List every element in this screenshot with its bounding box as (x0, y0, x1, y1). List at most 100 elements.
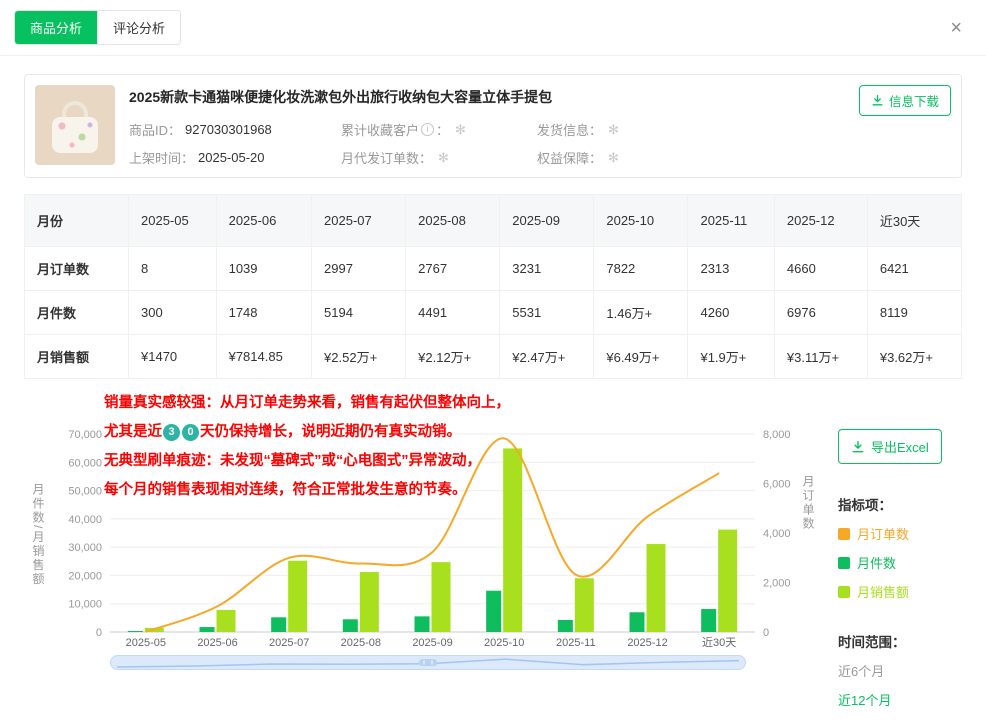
legend-label-orders: 月订单数 (857, 524, 909, 543)
field-product-id: 商品ID： 927030301968 (129, 120, 341, 139)
table-cell: 5531 (500, 291, 594, 335)
svg-text:2025-12: 2025-12 (627, 637, 667, 649)
table-row-label: 月件数 (25, 291, 129, 335)
svg-text:2025-11: 2025-11 (556, 637, 596, 649)
legend-item-sales[interactable]: 月销售额 (838, 582, 954, 601)
shelf-time-label: 上架时间： (129, 148, 194, 167)
table-cell: 4491 (406, 291, 500, 335)
product-fields: 商品ID： 927030301968 累计收藏客户 ： 发货信息： 上架时间： … (129, 120, 951, 167)
table-row-label: 月订单数 (25, 247, 129, 291)
annotation-line-3: 无典型刷单痕迹：未发现“墓碑式”或“心电图式”异常波动， (104, 447, 510, 476)
svg-text:10,000: 10,000 (68, 599, 102, 611)
table-cell: ¥2.12万+ (406, 335, 500, 379)
table-body: 月订单数810392997276732317822231346606421月件数… (25, 247, 962, 379)
table-cell: 1748 (216, 291, 311, 335)
svg-text:2025-08: 2025-08 (341, 637, 381, 649)
field-shelf-time: 上架时间： 2025-05-20 (129, 148, 341, 167)
loading-spinner-icon (608, 122, 619, 138)
field-monthly-orders: 月代发订单数： (341, 148, 537, 167)
legend-swatch-orders (838, 528, 850, 540)
table-header-cell: 2025-07 (312, 195, 406, 247)
product-card: 2025新款卡通猫咪便捷化妆洗漱包外出旅行收纳包大容量立体手提包 信息下载 商品… (24, 74, 962, 178)
svg-text:0: 0 (763, 627, 769, 639)
table-cell: 2767 (406, 247, 500, 291)
table-row: 月订单数810392997276732317822231346606421 (25, 247, 962, 291)
annotation-line-2: 尤其是近30天仍保持增长，说明近期仍有真实动销。 (104, 418, 510, 447)
annotation-line-4: 每个月的销售表现相对连续，符合正常批发生意的节奏。 (104, 476, 510, 505)
table-header-cell: 近30天 (867, 195, 961, 247)
monthly-orders-label: 月代发订单数： (341, 148, 432, 167)
favorites-colon: ： (436, 120, 449, 139)
favorites-label: 累计收藏客户 (341, 120, 419, 139)
export-excel-label: 导出Excel (871, 437, 929, 456)
table-cell: ¥2.47万+ (500, 335, 594, 379)
metrics-title: 指标项： (838, 494, 954, 514)
svg-text:2025-09: 2025-09 (412, 637, 452, 649)
table-cell: 1.46万+ (594, 291, 688, 335)
svg-text:2025-05: 2025-05 (126, 637, 166, 649)
range-option-12m[interactable]: 近12个月 (838, 690, 954, 709)
info-download-button[interactable]: 信息下载 (859, 85, 951, 116)
badge-digit-3: 3 (163, 424, 180, 441)
table-cell: 2313 (688, 247, 774, 291)
svg-text:2025-10: 2025-10 (484, 637, 524, 649)
top-bar: 商品分析 评论分析 (0, 0, 986, 56)
field-shipping: 发货信息： (537, 120, 951, 139)
svg-text:6,000: 6,000 (763, 479, 791, 491)
product-id-value: 927030301968 (185, 122, 272, 137)
table-cell: ¥1470 (129, 335, 217, 379)
svg-text:50,000: 50,000 (68, 486, 102, 498)
analysis-tabs: 商品分析 评论分析 (14, 10, 181, 45)
svg-text:20,000: 20,000 (68, 570, 102, 582)
info-circle-icon[interactable] (421, 123, 434, 136)
close-icon[interactable] (950, 18, 962, 38)
table-cell: ¥3.62万+ (867, 335, 961, 379)
legend-item-pieces[interactable]: 月件数 (838, 553, 954, 572)
svg-text:2,000: 2,000 (763, 578, 791, 590)
chart-zoom-slider[interactable] (110, 655, 746, 670)
table-header-cell: 2025-10 (594, 195, 688, 247)
field-rights: 权益保障： (537, 148, 951, 167)
export-excel-button[interactable]: 导出Excel (838, 429, 942, 464)
loading-spinner-icon (438, 150, 449, 166)
table-cell: 6421 (867, 247, 961, 291)
table-cell: ¥1.9万+ (688, 335, 774, 379)
table-cell: ¥7814.85 (216, 335, 311, 379)
table-cell: 7822 (594, 247, 688, 291)
rights-label: 权益保障： (537, 148, 602, 167)
svg-text:2025-06: 2025-06 (197, 637, 237, 649)
table-cell: ¥2.52万+ (312, 335, 406, 379)
table-cell: 2997 (312, 247, 406, 291)
table-header-cell: 2025-08 (406, 195, 500, 247)
svg-text:2025-07: 2025-07 (269, 637, 309, 649)
table-header-cell: 2025-06 (216, 195, 311, 247)
field-favorites: 累计收藏客户 ： (341, 120, 537, 139)
chart-annotation: 销量真实感较强：从月订单走势来看，销售有起伏但整体向上， 尤其是近30天仍保持增… (104, 389, 510, 505)
legend-item-orders[interactable]: 月订单数 (838, 524, 954, 543)
bag-body-shape (52, 117, 98, 153)
legend-label-sales: 月销售额 (857, 582, 909, 601)
table-cell: ¥3.11万+ (774, 335, 867, 379)
tab-product-analysis[interactable]: 商品分析 (15, 11, 97, 44)
table-cell: 6976 (774, 291, 867, 335)
table-head: 月份2025-052025-062025-072025-082025-09202… (25, 195, 962, 247)
tab-review-analysis[interactable]: 评论分析 (97, 11, 180, 44)
table-cell: 8 (129, 247, 217, 291)
table-header-cell: 2025-05 (129, 195, 217, 247)
table-cell: 8119 (867, 291, 961, 335)
shelf-time-value: 2025-05-20 (198, 150, 265, 165)
table-cell: 5194 (312, 291, 406, 335)
table-cell: ¥6.49万+ (594, 335, 688, 379)
legend-swatch-sales (838, 586, 850, 598)
table-header-cell: 2025-11 (688, 195, 774, 247)
annotation-line-1: 销量真实感较强：从月订单走势来看，销售有起伏但整体向上， (104, 389, 510, 418)
svg-text:8,000: 8,000 (763, 429, 791, 441)
monthly-data-table: 月份2025-052025-062025-072025-082025-09202… (24, 194, 962, 379)
product-image (35, 85, 115, 165)
range-option-6m[interactable]: 近6个月 (838, 661, 954, 680)
table-cell: 300 (129, 291, 217, 335)
table-row: 月件数30017485194449155311.46万+426069768119 (25, 291, 962, 335)
table-cell: 4660 (774, 247, 867, 291)
legend-label-pieces: 月件数 (857, 553, 896, 572)
svg-text:60,000: 60,000 (68, 457, 102, 469)
